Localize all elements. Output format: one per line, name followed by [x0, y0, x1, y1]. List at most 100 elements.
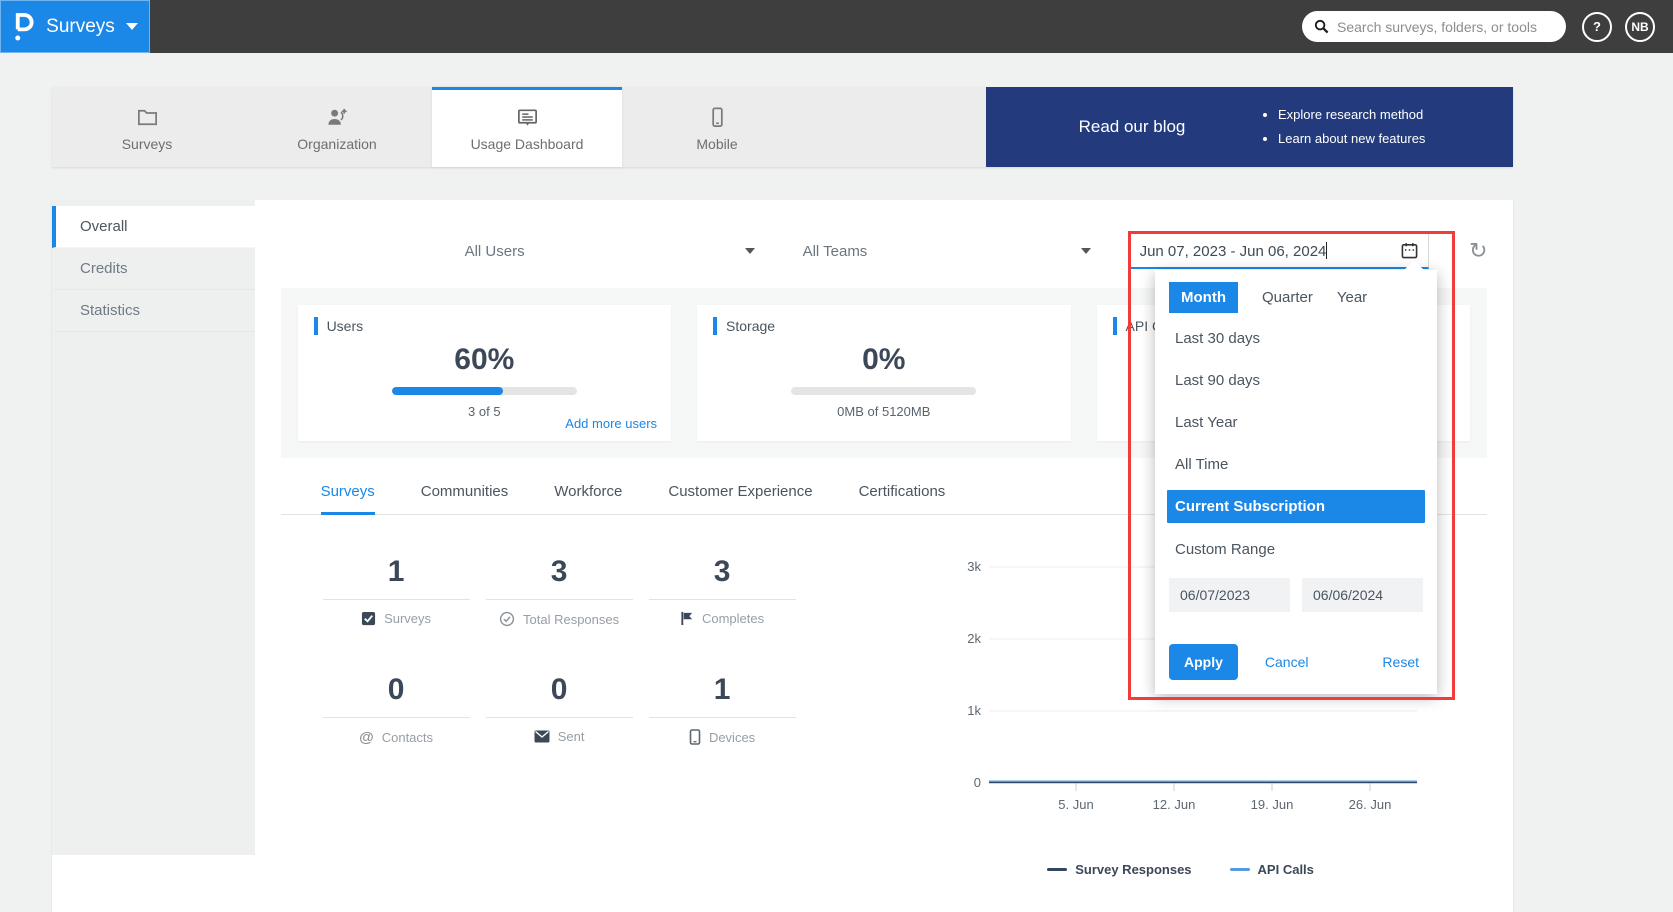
reset-button[interactable]: Reset [1382, 654, 1419, 670]
card-accent-bar [313, 317, 318, 335]
users-progress-fill [391, 387, 503, 395]
add-more-users-link[interactable]: Add more users [565, 416, 657, 431]
custom-range-inputs: 06/07/2023 06/06/2024 [1167, 578, 1425, 612]
blog-promo-bullet: Learn about new features [1278, 127, 1497, 151]
y-tick: 2k [967, 631, 981, 646]
tab-communities[interactable]: Communities [421, 483, 509, 515]
circle-check-icon [499, 611, 515, 627]
filter-row: All Users All Teams Jun 07, 2023 - Jun 0… [281, 232, 1487, 270]
avatar[interactable]: NB [1625, 11, 1655, 42]
x-tick: 19. Jun [1250, 797, 1293, 812]
stats-grid: 1 Surveys 3 Total Responses 3 Completes … [281, 555, 801, 746]
tab-workforce[interactable]: Workforce [554, 483, 622, 515]
legend-survey-responses[interactable]: Survey Responses [1047, 862, 1192, 877]
nav-tab-label: Organization [297, 135, 377, 152]
card-title: Users [326, 318, 364, 334]
teams-filter-select[interactable]: All Teams [803, 243, 1091, 260]
date-range-value: Jun 07, 2023 - Jun 06, 2024 [1139, 242, 1327, 260]
option-last-30-days[interactable]: Last 30 days [1167, 317, 1425, 359]
date-range-input[interactable]: Jun 07, 2023 - Jun 06, 2024 [1128, 233, 1429, 269]
granularity-tab-quarter[interactable]: Quarter [1262, 289, 1313, 306]
legend-swatch [1047, 868, 1068, 871]
end-date-input[interactable]: 06/06/2024 [1302, 578, 1423, 612]
flag-icon [681, 611, 693, 626]
organization-icon [327, 108, 347, 125]
date-picker-popup: Month Quarter Year Last 30 days Last 90 … [1155, 270, 1437, 694]
card-title: Storage [726, 318, 776, 334]
dashboard-icon [517, 108, 537, 126]
product-name: Surveys [46, 15, 115, 37]
card-accent-bar [1112, 317, 1117, 335]
stat-completes: 3 Completes [641, 555, 804, 627]
sidebar-item-statistics[interactable]: Statistics [52, 290, 255, 332]
sidebar-item-overall[interactable]: Overall [52, 206, 255, 248]
users-usage-card: Users 60% 3 of 5 Add more users [297, 305, 672, 441]
chevron-down-icon [744, 248, 755, 254]
nav-tab-surveys[interactable]: Surveys [52, 87, 242, 167]
tab-surveys[interactable]: Surveys [320, 483, 375, 515]
mobile-icon [711, 107, 723, 127]
users-filter-select[interactable]: All Users [465, 243, 755, 260]
storage-percent: 0% [862, 343, 906, 376]
x-tick: 26. Jun [1348, 797, 1391, 812]
reset-filters-icon[interactable]: ↺ [1469, 238, 1487, 263]
option-all-time[interactable]: All Time [1167, 443, 1425, 485]
option-last-year[interactable]: Last Year [1167, 401, 1425, 443]
envelope-icon [534, 730, 550, 743]
y-tick: 1k [967, 703, 981, 718]
search-icon [1314, 19, 1329, 34]
cancel-button[interactable]: Cancel [1265, 654, 1309, 670]
blog-promo-banner[interactable]: Read our blog Explore research method Le… [986, 87, 1513, 167]
stat-sent: 0 Sent [478, 673, 641, 746]
teams-filter-value: All Teams [802, 242, 868, 260]
apply-button[interactable]: Apply [1169, 644, 1238, 680]
nav-tab-label: Mobile [696, 135, 738, 152]
calendar-icon[interactable] [1401, 242, 1418, 259]
users-progress-bar [391, 387, 577, 395]
storage-detail: 0MB of 5120MB [837, 404, 931, 419]
search-input[interactable] [1337, 18, 1554, 35]
option-custom-range[interactable]: Custom Range [1167, 528, 1425, 570]
blog-promo-bullets: Explore research method Learn about new … [1278, 103, 1513, 151]
legend-api-calls[interactable]: API Calls [1229, 862, 1314, 877]
nav-tab-label: Usage Dashboard [470, 135, 584, 152]
nav-tab-label: Surveys [121, 135, 173, 152]
users-filter-value: All Users [464, 242, 525, 260]
start-date-input[interactable]: 06/07/2023 [1169, 578, 1290, 612]
x-tick: 12. Jun [1152, 797, 1195, 812]
help-button[interactable]: ? [1582, 11, 1612, 42]
sidebar-item-credits[interactable]: Credits [52, 248, 255, 290]
x-tick: 5. Jun [1058, 797, 1093, 812]
blog-promo-bullet: Explore research method [1278, 103, 1497, 127]
option-last-90-days[interactable]: Last 90 days [1167, 359, 1425, 401]
y-tick: 3k [967, 559, 981, 574]
storage-usage-card: Storage 0% 0MB of 5120MB [697, 305, 1071, 441]
users-percent: 60% [454, 343, 515, 376]
primary-nav: Surveys Organization Usage Dashboard Mob… [52, 87, 1513, 167]
chevron-down-icon [125, 23, 138, 30]
granularity-tab-month[interactable]: Month [1169, 282, 1238, 313]
questionpro-logo-icon [15, 13, 34, 41]
granularity-tab-year[interactable]: Year [1337, 289, 1367, 306]
chart-legend: Survey Responses API Calls [941, 862, 1421, 877]
card-accent-bar [713, 317, 718, 335]
option-current-subscription[interactable]: Current Subscription [1167, 490, 1425, 523]
nav-tab-mobile[interactable]: Mobile [622, 87, 812, 167]
tab-certifications[interactable]: Certifications [859, 483, 946, 515]
global-search[interactable] [1302, 11, 1566, 42]
date-picker-footer: Apply Cancel Reset [1167, 644, 1425, 680]
nav-tab-organization[interactable]: Organization [242, 87, 432, 167]
device-icon [689, 729, 701, 745]
stat-devices: 1 Devices [641, 673, 804, 746]
product-switcher[interactable]: Surveys [0, 0, 150, 53]
checkbox-icon [362, 611, 376, 626]
tab-customer-experience[interactable]: Customer Experience [668, 483, 812, 515]
top-bar: Surveys ? NB [0, 0, 1673, 53]
nav-tab-usage-dashboard[interactable]: Usage Dashboard [432, 87, 622, 167]
chevron-down-icon [1080, 248, 1091, 254]
storage-progress-bar [791, 387, 977, 395]
stat-total-responses: 3 Total Responses [478, 555, 641, 627]
at-icon: @ [359, 729, 374, 746]
text-cursor [1326, 241, 1328, 259]
